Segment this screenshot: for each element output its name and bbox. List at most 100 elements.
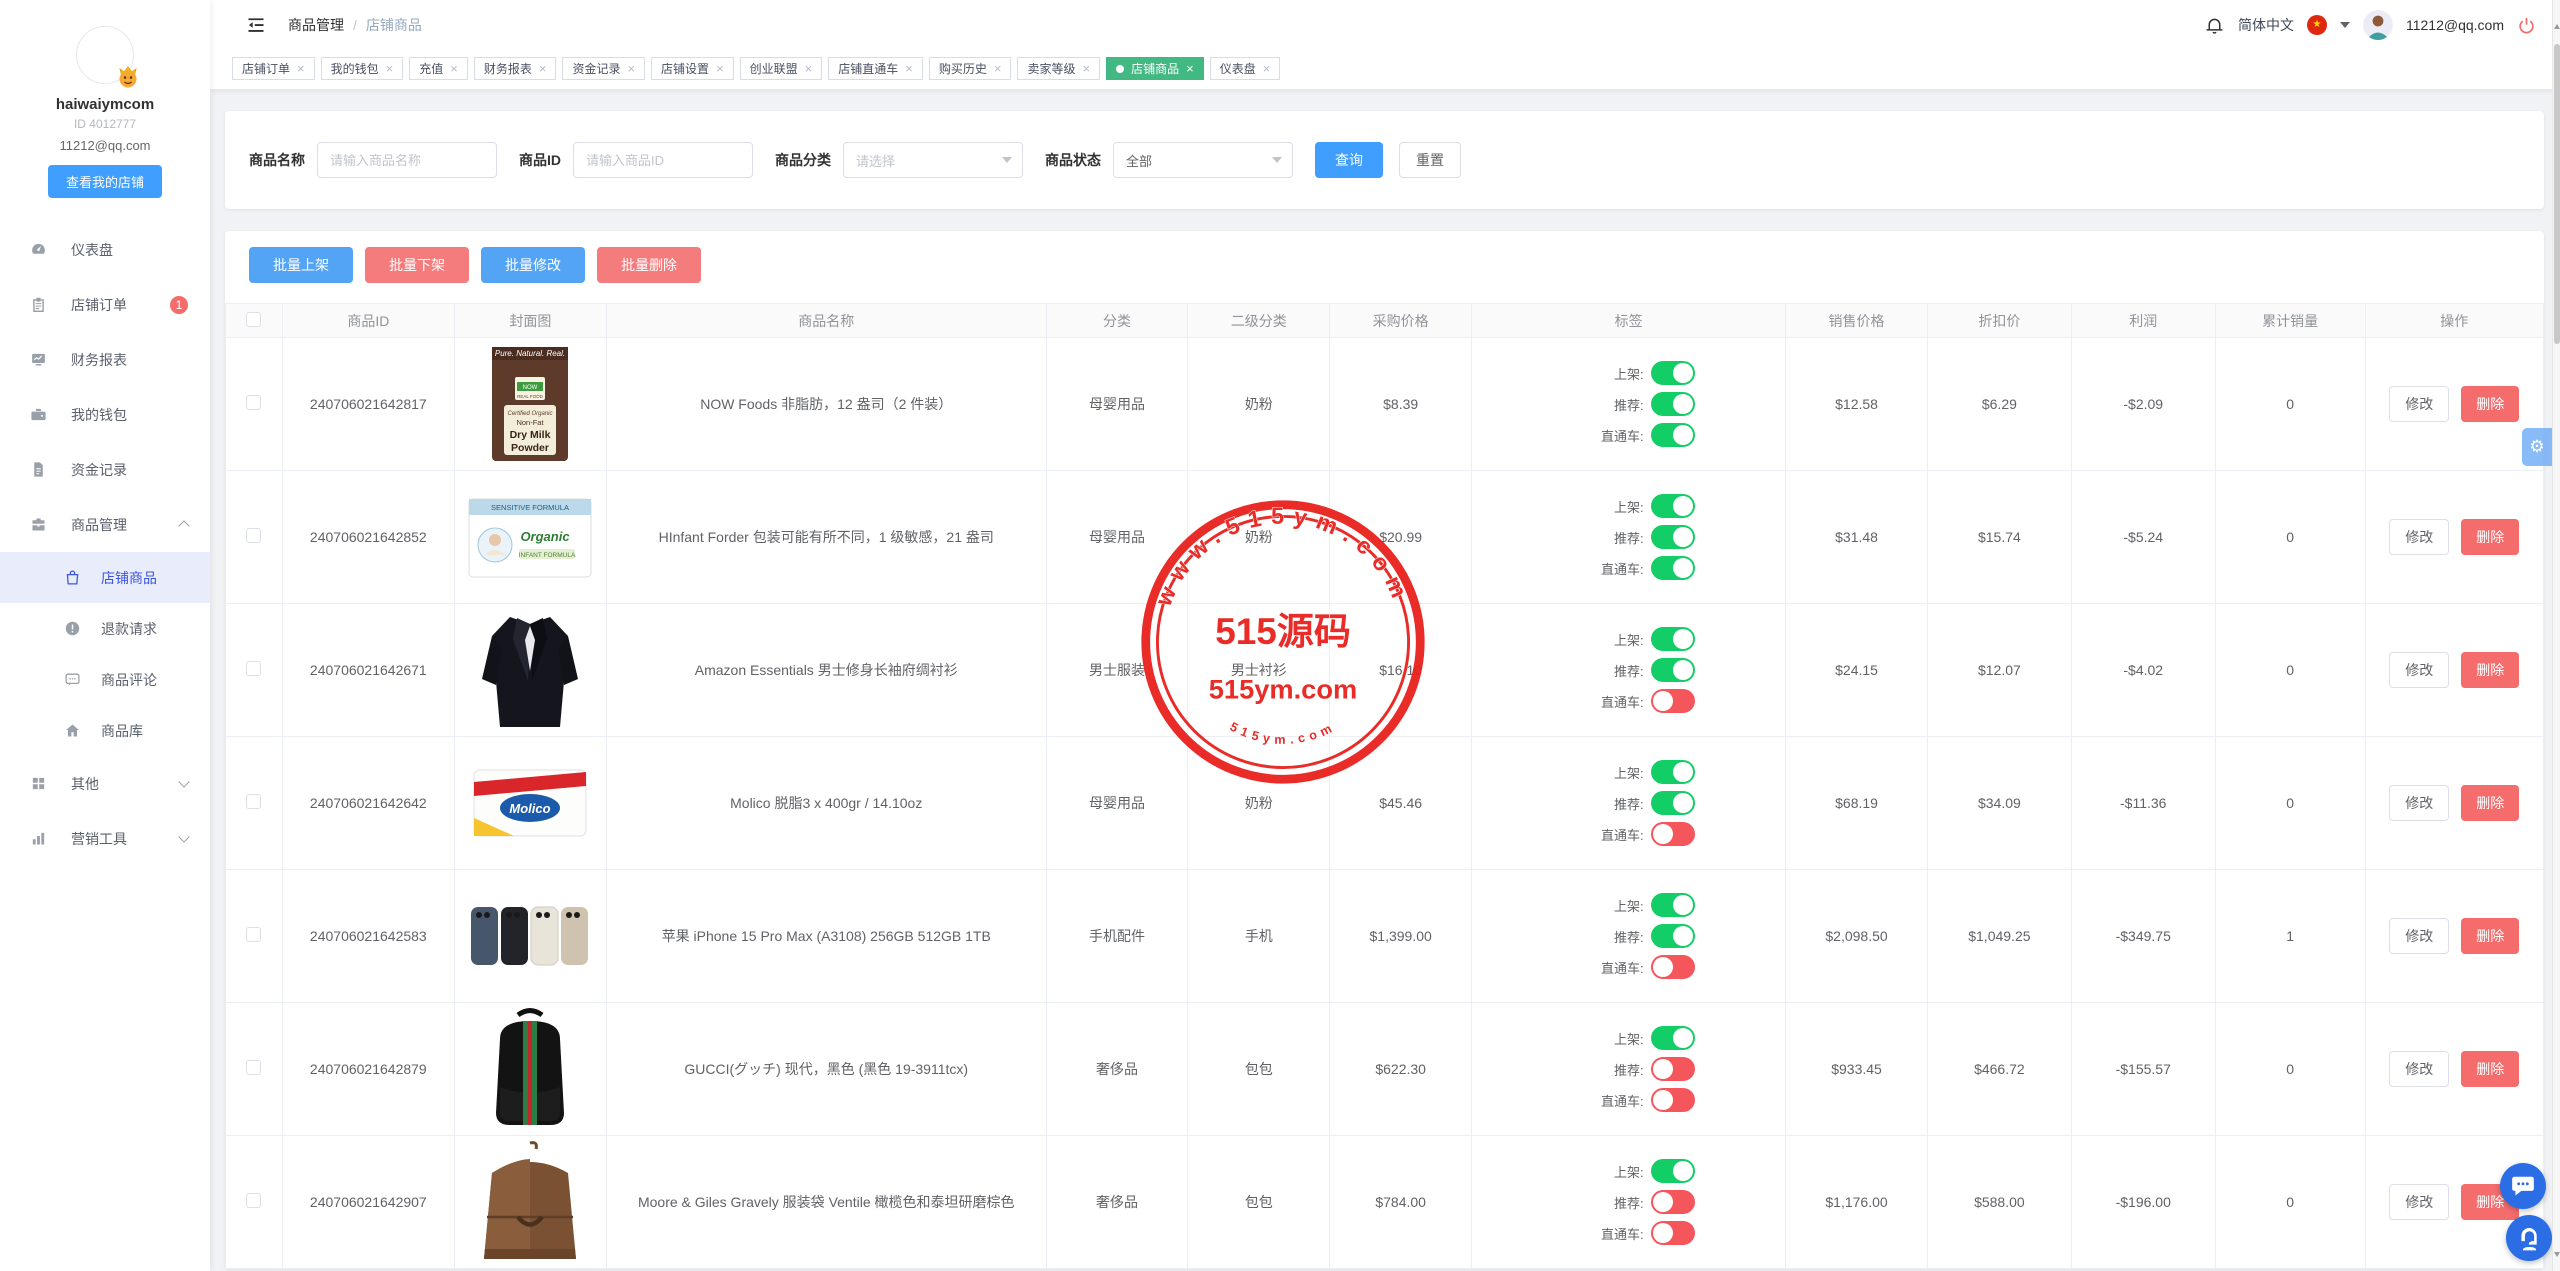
recommend-toggle[interactable] [1651,791,1695,815]
tab-5[interactable]: 店铺设置 [651,57,734,80]
close-icon[interactable] [450,62,458,76]
close-icon[interactable] [905,62,913,76]
row-checkbox[interactable] [246,395,261,410]
close-icon[interactable] [1263,62,1271,76]
tab-10-active[interactable]: 店铺商品 [1106,57,1204,80]
delete-button[interactable]: 删除 [2461,785,2519,821]
product-id-input[interactable] [573,142,753,178]
edit-button[interactable]: 修改 [2389,386,2449,422]
topbar-avatar[interactable] [2363,10,2393,40]
sidebar-item-report[interactable]: 财务报表 [0,332,210,387]
sidebar-collapse-icon[interactable] [246,15,266,35]
recommend-toggle[interactable] [1651,1190,1695,1214]
tab-9[interactable]: 卖家等级 [1017,57,1100,80]
sidebar-item-bag[interactable]: 店铺商品 [0,552,210,603]
sidebar-item-orders[interactable]: 店铺订单1 [0,277,210,332]
recommend-toggle[interactable] [1651,392,1695,416]
through-train-toggle[interactable] [1651,689,1695,713]
onsale-toggle[interactable] [1651,361,1695,385]
select-all-checkbox[interactable] [246,312,261,327]
language-selector[interactable]: 简体中文 [2238,15,2294,35]
batch-button-2[interactable]: 批量修改 [481,247,585,283]
close-icon[interactable] [716,62,724,76]
through-train-toggle[interactable] [1651,1221,1695,1245]
onsale-toggle[interactable] [1651,1026,1695,1050]
through-train-toggle[interactable] [1651,822,1695,846]
onsale-toggle[interactable] [1651,1159,1695,1183]
onsale-toggle[interactable] [1651,760,1695,784]
row-checkbox[interactable] [246,528,261,543]
onsale-toggle[interactable] [1651,494,1695,518]
edit-button[interactable]: 修改 [2389,918,2449,954]
row-checkbox[interactable] [246,1060,261,1075]
tab-1[interactable]: 我的钱包 [321,57,404,80]
chevron-down-icon[interactable] [2340,22,2350,28]
edit-button[interactable]: 修改 [2389,785,2449,821]
tab-2[interactable]: 充值 [409,57,468,80]
edit-button[interactable]: 修改 [2389,652,2449,688]
sidebar-item-home[interactable]: 商品库 [0,705,210,756]
tab-4[interactable]: 资金记录 [562,57,645,80]
recommend-toggle[interactable] [1651,924,1695,948]
logout-power-icon[interactable] [2517,16,2536,35]
view-store-button[interactable]: 查看我的店铺 [48,165,162,198]
tab-8[interactable]: 购买历史 [929,57,1012,80]
sidebar-item-grid[interactable]: 其他 [0,756,210,811]
through-train-toggle[interactable] [1651,1088,1695,1112]
sidebar-item-wallet[interactable]: 我的钱包 [0,387,210,442]
recommend-toggle[interactable] [1651,1057,1695,1081]
close-icon[interactable] [805,62,813,76]
breadcrumb-root[interactable]: 商品管理 [288,15,344,35]
batch-button-0[interactable]: 批量上架 [249,247,353,283]
category-select[interactable]: 请选择 [843,142,1023,178]
delete-button[interactable]: 删除 [2461,918,2519,954]
through-train-toggle[interactable] [1651,556,1695,580]
edit-button[interactable]: 修改 [2389,1184,2449,1220]
customer-service-headset-button[interactable] [2506,1215,2552,1261]
delete-button[interactable]: 删除 [2461,519,2519,555]
edit-button[interactable]: 修改 [2389,519,2449,555]
batch-button-1[interactable]: 批量下架 [365,247,469,283]
status-select[interactable]: 全部 [1113,142,1293,178]
close-icon[interactable] [1186,62,1194,76]
edit-button[interactable]: 修改 [2389,1051,2449,1087]
tab-11[interactable]: 仪表盘 [1210,57,1281,80]
settings-gear-icon[interactable]: ⚙ [2522,428,2552,466]
recommend-toggle[interactable] [1651,658,1695,682]
row-checkbox[interactable] [246,1193,261,1208]
tab-6[interactable]: 创业联盟 [740,57,823,80]
tab-0[interactable]: 店铺订单 [232,57,315,80]
sidebar-item-comment[interactable]: 商品评论 [0,654,210,705]
china-flag-icon[interactable] [2307,15,2327,35]
recommend-toggle[interactable] [1651,525,1695,549]
row-checkbox[interactable] [246,661,261,676]
close-icon[interactable] [1083,62,1091,76]
close-icon[interactable] [994,62,1002,76]
scrollbar-thumb[interactable] [2554,44,2560,344]
sidebar-item-products[interactable]: 商品管理 [0,497,210,552]
through-train-toggle[interactable] [1651,423,1695,447]
product-name-input[interactable] [317,142,497,178]
delete-button[interactable]: 删除 [2461,1051,2519,1087]
delete-button[interactable]: 删除 [2461,652,2519,688]
delete-button[interactable]: 删除 [2461,386,2519,422]
close-icon[interactable] [539,62,547,76]
scroll-up-arrow-icon[interactable] [2554,24,2560,29]
sidebar-item-refund[interactable]: 退款请求 [0,603,210,654]
onsale-toggle[interactable] [1651,627,1695,651]
row-checkbox[interactable] [246,794,261,809]
tab-7[interactable]: 店铺直通车 [828,57,923,80]
scroll-down-arrow-icon[interactable] [2554,1252,2560,1257]
through-train-toggle[interactable] [1651,955,1695,979]
sidebar-item-chart[interactable]: 营销工具 [0,811,210,866]
close-icon[interactable] [627,62,635,76]
batch-button-3[interactable]: 批量删除 [597,247,701,283]
sidebar-item-dashboard[interactable]: 仪表盘 [0,222,210,277]
vertical-scrollbar[interactable] [2552,0,2560,1271]
account-email[interactable]: 11212@qq.com [2406,17,2504,33]
chat-bubble-button[interactable] [2500,1163,2546,1209]
row-checkbox[interactable] [246,927,261,942]
sidebar-item-funds[interactable]: 资金记录 [0,442,210,497]
notification-bell-icon[interactable] [2204,15,2225,36]
tab-3[interactable]: 财务报表 [474,57,557,80]
